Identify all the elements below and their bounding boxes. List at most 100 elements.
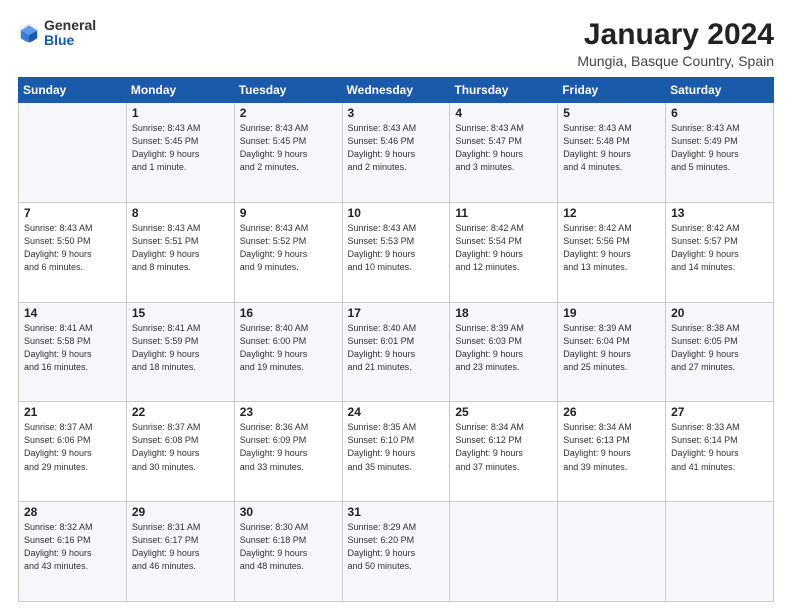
day-info: Sunrise: 8:34 AMSunset: 6:13 PMDaylight:… xyxy=(563,421,660,473)
day-info: Sunrise: 8:38 AMSunset: 6:05 PMDaylight:… xyxy=(671,322,768,374)
table-cell: 4 Sunrise: 8:43 AMSunset: 5:47 PMDaylight… xyxy=(450,103,558,203)
day-info: Sunrise: 8:42 AMSunset: 5:56 PMDaylight:… xyxy=(563,222,660,274)
day-number: 30 xyxy=(240,505,337,519)
day-number: 8 xyxy=(132,206,229,220)
title-block: January 2024 Mungia, Basque Country, Spa… xyxy=(577,18,774,69)
table-cell: 10Sunrise: 8:43 AMSunset: 5:53 PMDayligh… xyxy=(342,202,450,302)
day-number: 12 xyxy=(563,206,660,220)
table-cell: 7 Sunrise: 8:43 AMSunset: 5:50 PMDaylight… xyxy=(19,202,127,302)
day-info: Sunrise: 8:43 AMSunset: 5:46 PMDaylight:… xyxy=(348,122,445,174)
day-info: Sunrise: 8:40 AMSunset: 6:01 PMDaylight:… xyxy=(348,322,445,374)
day-number: 24 xyxy=(348,405,445,419)
table-cell xyxy=(558,502,666,602)
day-info: Sunrise: 8:29 AMSunset: 6:20 PMDaylight:… xyxy=(348,521,445,573)
day-number: 17 xyxy=(348,306,445,320)
table-cell: 16Sunrise: 8:40 AMSunset: 6:00 PMDayligh… xyxy=(234,302,342,402)
day-number: 9 xyxy=(240,206,337,220)
table-cell: 22 Sunrise: 8:37 AMSunset: 6:08 PMDayligh… xyxy=(126,402,234,502)
table-cell: 8 Sunrise: 8:43 AMSunset: 5:51 PMDaylight… xyxy=(126,202,234,302)
day-number: 1 xyxy=(132,106,229,120)
page: General Blue January 2024 Mungia, Basque… xyxy=(0,0,792,612)
table-cell: 15 Sunrise: 8:41 AMSunset: 5:59 PMDayligh… xyxy=(126,302,234,402)
subtitle: Mungia, Basque Country, Spain xyxy=(577,53,774,69)
table-cell: 30 Sunrise: 8:30 AMSunset: 6:18 PMDayligh… xyxy=(234,502,342,602)
day-number: 11 xyxy=(455,206,552,220)
table-cell xyxy=(666,502,774,602)
day-number: 23 xyxy=(240,405,337,419)
table-cell: 28 Sunrise: 8:32 AMSunset: 6:16 PMDayligh… xyxy=(19,502,127,602)
table-cell: 18 Sunrise: 8:39 AMSunset: 6:03 PMDayligh… xyxy=(450,302,558,402)
table-cell: 5Sunrise: 8:43 AMSunset: 5:48 PMDaylight… xyxy=(558,103,666,203)
day-info: Sunrise: 8:41 AMSunset: 5:59 PMDaylight:… xyxy=(132,322,229,374)
table-cell: 20 Sunrise: 8:38 AMSunset: 6:05 PMDayligh… xyxy=(666,302,774,402)
table-cell: 13 Sunrise: 8:42 AMSunset: 5:57 PMDayligh… xyxy=(666,202,774,302)
day-info: Sunrise: 8:37 AMSunset: 6:08 PMDaylight:… xyxy=(132,421,229,473)
logo-icon xyxy=(18,22,40,44)
table-cell: 27Sunrise: 8:33 AMSunset: 6:14 PMDayligh… xyxy=(666,402,774,502)
col-sunday: Sunday xyxy=(19,78,127,103)
day-info: Sunrise: 8:43 AMSunset: 5:47 PMDaylight:… xyxy=(455,122,552,174)
table-cell: 12 Sunrise: 8:42 AMSunset: 5:56 PMDayligh… xyxy=(558,202,666,302)
table-cell: 2Sunrise: 8:43 AMSunset: 5:45 PMDaylight… xyxy=(234,103,342,203)
calendar-week-2: 7 Sunrise: 8:43 AMSunset: 5:50 PMDaylight… xyxy=(19,202,774,302)
table-cell: 29Sunrise: 8:31 AMSunset: 6:17 PMDayligh… xyxy=(126,502,234,602)
table-cell: 23Sunrise: 8:36 AMSunset: 6:09 PMDayligh… xyxy=(234,402,342,502)
day-info: Sunrise: 8:43 AMSunset: 5:45 PMDaylight:… xyxy=(240,122,337,174)
main-title: January 2024 xyxy=(577,18,774,51)
table-cell: 14Sunrise: 8:41 AMSunset: 5:58 PMDayligh… xyxy=(19,302,127,402)
day-number: 13 xyxy=(671,206,768,220)
day-info: Sunrise: 8:32 AMSunset: 6:16 PMDaylight:… xyxy=(24,521,121,573)
day-number: 5 xyxy=(563,106,660,120)
col-thursday: Thursday xyxy=(450,78,558,103)
day-number: 7 xyxy=(24,206,121,220)
day-info: Sunrise: 8:43 AMSunset: 5:49 PMDaylight:… xyxy=(671,122,768,174)
day-info: Sunrise: 8:35 AMSunset: 6:10 PMDaylight:… xyxy=(348,421,445,473)
day-info: Sunrise: 8:40 AMSunset: 6:00 PMDaylight:… xyxy=(240,322,337,374)
table-cell: 3Sunrise: 8:43 AMSunset: 5:46 PMDaylight… xyxy=(342,103,450,203)
day-number: 19 xyxy=(563,306,660,320)
table-cell: 19Sunrise: 8:39 AMSunset: 6:04 PMDayligh… xyxy=(558,302,666,402)
day-number: 28 xyxy=(24,505,121,519)
day-info: Sunrise: 8:41 AMSunset: 5:58 PMDaylight:… xyxy=(24,322,121,374)
table-cell: 26 Sunrise: 8:34 AMSunset: 6:13 PMDayligh… xyxy=(558,402,666,502)
logo: General Blue xyxy=(18,18,96,49)
logo-blue: Blue xyxy=(44,33,96,48)
table-cell: 25Sunrise: 8:34 AMSunset: 6:12 PMDayligh… xyxy=(450,402,558,502)
col-wednesday: Wednesday xyxy=(342,78,450,103)
day-number: 26 xyxy=(563,405,660,419)
day-info: Sunrise: 8:39 AMSunset: 6:03 PMDaylight:… xyxy=(455,322,552,374)
table-cell: 1Sunrise: 8:43 AMSunset: 5:45 PMDaylight… xyxy=(126,103,234,203)
col-monday: Monday xyxy=(126,78,234,103)
day-info: Sunrise: 8:37 AMSunset: 6:06 PMDaylight:… xyxy=(24,421,121,473)
header: General Blue January 2024 Mungia, Basque… xyxy=(18,18,774,69)
calendar-week-4: 21Sunrise: 8:37 AMSunset: 6:06 PMDayligh… xyxy=(19,402,774,502)
day-number: 20 xyxy=(671,306,768,320)
table-cell: 9 Sunrise: 8:43 AMSunset: 5:52 PMDaylight… xyxy=(234,202,342,302)
day-number: 27 xyxy=(671,405,768,419)
day-info: Sunrise: 8:43 AMSunset: 5:50 PMDaylight:… xyxy=(24,222,121,274)
day-number: 18 xyxy=(455,306,552,320)
day-number: 10 xyxy=(348,206,445,220)
calendar-week-1: 1 Sunrise: 8:43 AMSunset: 5:45 PMDaylight… xyxy=(19,103,774,203)
col-tuesday: Tuesday xyxy=(234,78,342,103)
day-info: Sunrise: 8:43 AMSunset: 5:51 PMDaylight:… xyxy=(132,222,229,274)
day-number: 22 xyxy=(132,405,229,419)
day-number: 15 xyxy=(132,306,229,320)
day-info: Sunrise: 8:43 AMSunset: 5:52 PMDaylight:… xyxy=(240,222,337,274)
logo-general: General xyxy=(44,18,96,33)
table-cell: 17 Sunrise: 8:40 AMSunset: 6:01 PMDayligh… xyxy=(342,302,450,402)
logo-text-block: General Blue xyxy=(44,18,96,49)
calendar-week-3: 14Sunrise: 8:41 AMSunset: 5:58 PMDayligh… xyxy=(19,302,774,402)
day-info: Sunrise: 8:31 AMSunset: 6:17 PMDaylight:… xyxy=(132,521,229,573)
calendar-table: Sunday Monday Tuesday Wednesday Thursday… xyxy=(18,77,774,602)
day-number: 4 xyxy=(455,106,552,120)
day-info: Sunrise: 8:30 AMSunset: 6:18 PMDaylight:… xyxy=(240,521,337,573)
calendar-week-5: 28 Sunrise: 8:32 AMSunset: 6:16 PMDayligh… xyxy=(19,502,774,602)
day-info: Sunrise: 8:42 AMSunset: 5:57 PMDaylight:… xyxy=(671,222,768,274)
day-info: Sunrise: 8:42 AMSunset: 5:54 PMDaylight:… xyxy=(455,222,552,274)
col-saturday: Saturday xyxy=(666,78,774,103)
table-cell: 24 Sunrise: 8:35 AMSunset: 6:10 PMDayligh… xyxy=(342,402,450,502)
calendar-header-row: Sunday Monday Tuesday Wednesday Thursday… xyxy=(19,78,774,103)
col-friday: Friday xyxy=(558,78,666,103)
day-number: 31 xyxy=(348,505,445,519)
